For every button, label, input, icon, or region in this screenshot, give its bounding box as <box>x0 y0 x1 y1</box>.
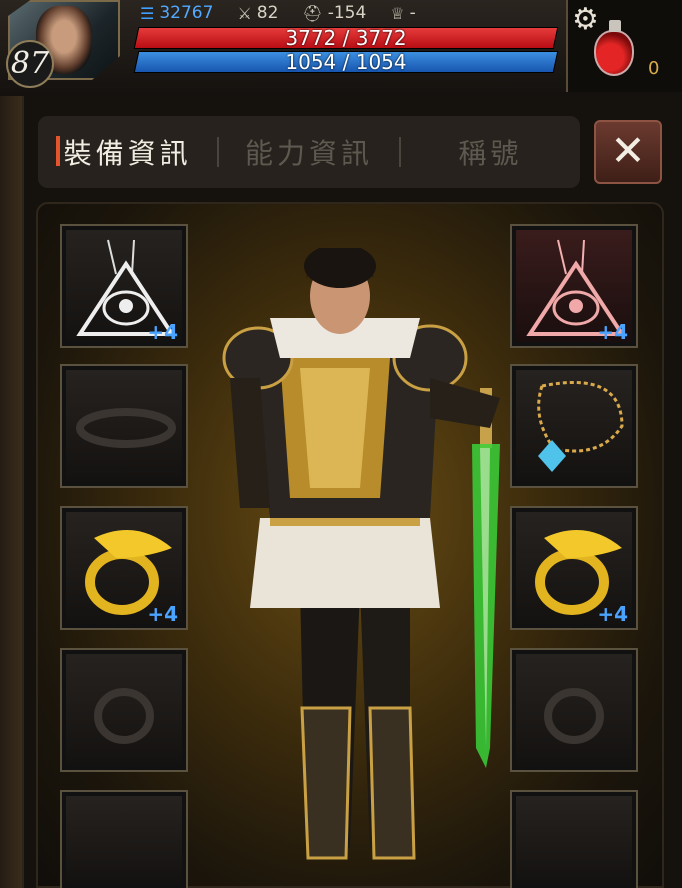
enhance-level: +4 <box>597 320 628 344</box>
potion-icon[interactable] <box>594 20 634 76</box>
tab-accent <box>56 136 60 166</box>
top-hud: 87 ☰ 32767 ⚔ 82 ⛑ -154 ♕ - 3772 / 3772 1… <box>0 0 682 96</box>
sword-icon: ⚔ <box>237 3 252 23</box>
tab-abilities[interactable]: 能力資訊 <box>219 132 398 172</box>
slot-ring-right[interactable]: +4 <box>510 506 638 630</box>
attack-stat: ⚔ 82 <box>237 3 278 23</box>
belt-icon <box>76 408 176 448</box>
enhance-level: +4 <box>597 602 628 626</box>
mp-text: 1054 / 1054 <box>285 50 407 74</box>
hp-text: 3772 / 3772 <box>285 26 407 50</box>
slot-ring-empty-right[interactable] <box>510 648 638 772</box>
side-strip <box>0 96 22 888</box>
tab-titles[interactable]: 稱號 <box>401 132 580 172</box>
sword-icon <box>472 388 500 768</box>
necklace-icon <box>537 381 624 472</box>
defense-value: -154 <box>327 3 367 23</box>
combat-power-icon: ☰ <box>140 3 155 23</box>
attack-value: 82 <box>256 3 279 23</box>
character-model <box>222 248 500 860</box>
trophy-icon: ♕ <box>390 3 405 23</box>
stats-row: ☰ 32767 ⚔ 82 ⛑ -154 ♕ - <box>140 0 440 26</box>
gear-icon[interactable]: ⚙ <box>572 2 599 37</box>
enhance-level: +4 <box>147 602 178 626</box>
tab-bar: 裝備資訊 能力資訊 稱號 <box>38 116 580 188</box>
honor-stat: ♕ - <box>390 3 415 23</box>
honor-value: - <box>409 3 416 23</box>
slot-ring-empty-left[interactable] <box>60 648 188 772</box>
potion-count: 0 <box>648 58 660 79</box>
slot-amulet-right[interactable]: +4 <box>510 224 638 348</box>
slot-necklace[interactable] <box>510 364 638 488</box>
slot-empty-right[interactable] <box>510 790 638 888</box>
close-button[interactable]: ✕ <box>594 120 662 184</box>
enhance-level: +4 <box>147 320 178 344</box>
combat-power: ☰ 32767 <box>140 3 213 23</box>
slot-bg <box>66 796 182 884</box>
slot-ring-left[interactable]: +4 <box>60 506 188 630</box>
level-badge: 87 <box>6 40 54 88</box>
combat-power-value: 32767 <box>159 3 214 23</box>
slot-amulet-left[interactable]: +4 <box>60 224 188 348</box>
ring-placeholder-icon <box>544 688 604 744</box>
slot-empty-left[interactable] <box>60 790 188 888</box>
tab-equipment[interactable]: 裝備資訊 <box>38 132 217 172</box>
slot-bg <box>516 796 632 884</box>
ring-placeholder-icon <box>94 688 154 744</box>
slot-belt[interactable] <box>60 364 188 488</box>
helmet-icon: ⛑ <box>302 3 323 23</box>
defense-stat: ⛑ -154 <box>302 3 366 23</box>
